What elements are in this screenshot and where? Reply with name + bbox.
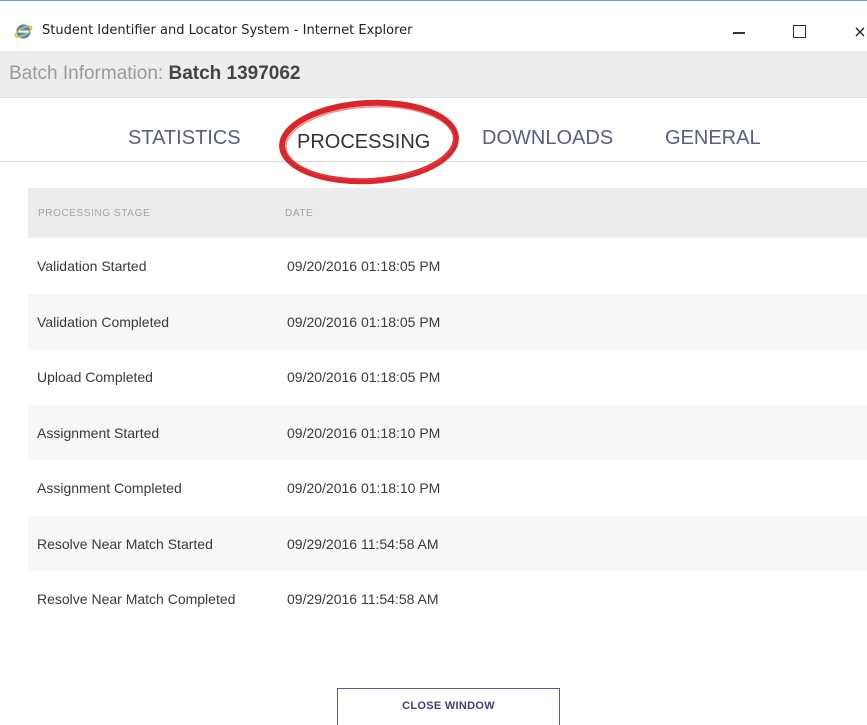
batch-info: Batch Information: Batch 1397062 bbox=[9, 63, 301, 85]
stage-cell: Resolve Near Match Started bbox=[37, 535, 213, 552]
stage-cell: Assignment Started bbox=[37, 424, 160, 441]
date-cell: 09/20/2016 01:18:05 PM bbox=[287, 313, 441, 330]
table-row: Upload Completed 09/20/2016 01:18:05 PM bbox=[28, 349, 867, 405]
title-bar: Student Identifier and Locator System - … bbox=[0, 1, 867, 51]
maximize-icon bbox=[792, 24, 806, 38]
batch-info-label: Batch Information: bbox=[9, 63, 169, 84]
table-row: Validation Completed 09/20/2016 01:18:05… bbox=[28, 293, 867, 349]
table-header: PROCESSING STAGE DATE bbox=[28, 188, 867, 238]
batch-header: Batch Information: Batch 1397062 bbox=[0, 51, 867, 98]
tab-statistics[interactable]: STATISTICS bbox=[128, 127, 241, 150]
tab-general[interactable]: GENERAL bbox=[665, 127, 761, 150]
column-header-processing-stage: PROCESSING STAGE bbox=[38, 208, 151, 219]
table-row: Validation Started 09/20/2016 01:18:05 P… bbox=[28, 238, 867, 294]
stage-cell: Resolve Near Match Completed bbox=[37, 591, 236, 607]
processing-table: PROCESSING STAGE DATE Validation Started… bbox=[28, 188, 867, 627]
table-row: Assignment Completed 09/20/2016 01:18:10… bbox=[28, 460, 867, 516]
stage-cell: Validation Completed bbox=[37, 313, 170, 330]
close-window-icon-button[interactable]: × bbox=[845, 17, 867, 45]
browser-window: Student Identifier and Locator System - … bbox=[0, 0, 867, 725]
close-icon: × bbox=[853, 21, 867, 41]
minimize-button[interactable] bbox=[724, 17, 754, 45]
table-row: Resolve Near Match Started 09/29/2016 11… bbox=[28, 515, 867, 571]
maximize-button[interactable] bbox=[784, 17, 814, 45]
date-cell: 09/20/2016 01:18:10 PM bbox=[287, 480, 441, 496]
date-cell: 09/20/2016 01:18:05 PM bbox=[287, 258, 441, 274]
stage-cell: Upload Completed bbox=[37, 369, 153, 385]
date-cell: 09/29/2016 11:54:58 AM bbox=[287, 535, 439, 552]
tab-downloads[interactable]: DOWNLOADS bbox=[482, 127, 613, 150]
minimize-icon bbox=[733, 32, 745, 34]
tab-bar: STATISTICS PROCESSING DOWNLOADS GENERAL bbox=[0, 97, 867, 162]
date-cell: 09/20/2016 01:18:10 PM bbox=[287, 424, 441, 441]
date-cell: 09/29/2016 11:54:58 AM bbox=[287, 591, 439, 607]
table-row: Assignment Started 09/20/2016 01:18:10 P… bbox=[28, 404, 867, 460]
column-header-date: DATE bbox=[285, 208, 314, 219]
internet-explorer-icon bbox=[14, 24, 33, 39]
table-row: Resolve Near Match Completed 09/29/2016 … bbox=[28, 571, 867, 627]
close-window-button[interactable]: CLOSE WINDOW bbox=[337, 688, 560, 725]
window-title: Student Identifier and Locator System - … bbox=[42, 23, 413, 38]
batch-number: Batch 1397062 bbox=[168, 63, 301, 84]
stage-cell: Validation Started bbox=[37, 258, 147, 274]
date-cell: 09/20/2016 01:18:05 PM bbox=[287, 369, 441, 385]
stage-cell: Assignment Completed bbox=[37, 480, 182, 496]
tab-processing[interactable]: PROCESSING bbox=[297, 131, 430, 154]
